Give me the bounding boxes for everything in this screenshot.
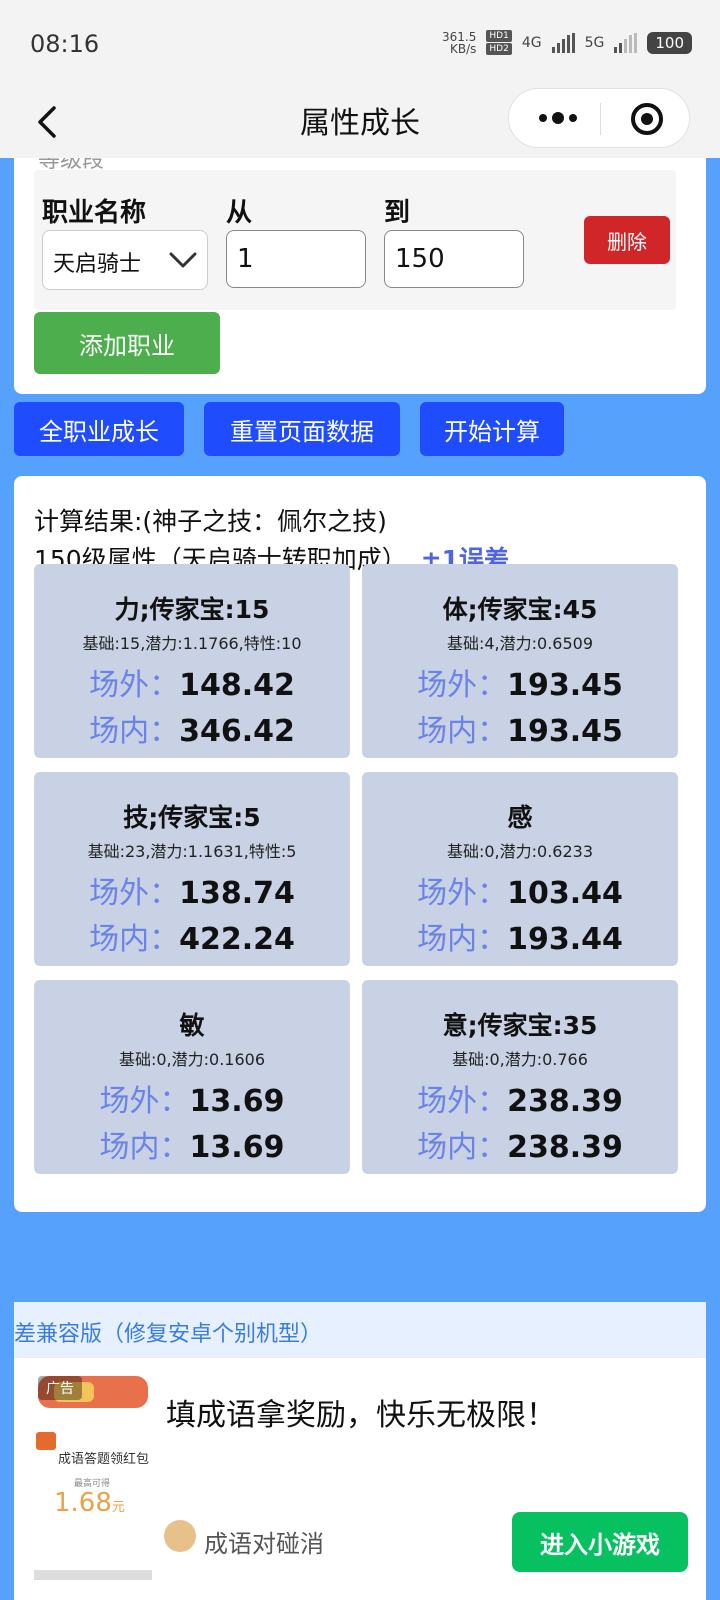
signal-4g-label: 4G (521, 34, 542, 51)
signal-5g-label: 5G (584, 34, 605, 51)
close-target-icon[interactable] (629, 101, 665, 137)
result-heading: 计算结果:(神子之技：佩尔之技) (34, 507, 387, 536)
chevron-down-icon (169, 252, 197, 268)
attribute-card-skill: 技;传家宝:5 基础:23,潜力:1.1631,特性:5 场外：138.74 场… (34, 772, 350, 966)
job-name-label: 职业名称 (42, 198, 147, 228)
ad-mini-amount: 1.68元 (54, 1488, 125, 1518)
reset-page-data-button[interactable]: 重置页面数据 (204, 402, 400, 456)
ad-label: 广告 (38, 1376, 82, 1400)
job-select[interactable]: 天启骑士 (42, 230, 208, 290)
more-icon[interactable] (533, 103, 583, 133)
nav-bar: 属性成长 (0, 88, 720, 158)
job-row: 职业名称 从 到 天启骑士 删除 (34, 170, 676, 310)
attribute-card-constitution: 体;传家宝:45 基础:4,潜力:0.6509 场外：193.45 场内：193… (362, 564, 678, 758)
from-level-input[interactable] (226, 230, 366, 288)
signal-5g-icon (614, 32, 638, 53)
compat-version-banner[interactable]: 差兼容版（修复安卓个别机型） (14, 1302, 706, 1358)
attribute-card-agility: 敏 基础:0,潜力:0.1606 场外：13.69 场内：13.69 (34, 980, 350, 1174)
status-bar: 08:16 361.5 KB/s HD1 HD2 4G 5G 100 (0, 0, 720, 88)
delete-button[interactable]: 删除 (584, 216, 670, 264)
results-panel: 计算结果:(神子之技：佩尔之技) 150级属性（天启骑士转职加成） ±1误差 力;… (14, 476, 706, 1212)
clock: 08:16 (30, 30, 100, 58)
add-job-button[interactable]: 添加职业 (34, 312, 220, 374)
ad-brand-avatar (164, 1520, 196, 1552)
hd-icon: HD1 HD2 (486, 30, 512, 55)
ad-card[interactable]: 广告 成语答题领红包 最高可得 1.68元 填成语拿奖励，快乐无极限！ 成语对碰… (14, 1358, 706, 1600)
ad-mini-title: 成语答题领红包 (58, 1452, 150, 1467)
attribute-card-perception: 感 基础:0,潜力:0.6233 场外：103.44 场内：193.44 (362, 772, 678, 966)
battery-icon: 100 (647, 31, 692, 54)
signal-4g-icon (551, 32, 575, 53)
system-icons: 361.5 KB/s HD1 HD2 4G 5G 100 (442, 30, 692, 55)
ad-brand-name: 成语对碰消 (204, 1530, 324, 1558)
all-jobs-growth-button[interactable]: 全职业成长 (14, 402, 184, 456)
attribute-card-strength: 力;传家宝:15 基础:15,潜力:1.1766,特性:10 场外：148.42… (34, 564, 350, 758)
to-label: 到 (384, 198, 411, 228)
job-config-panel: 等级段 职业名称 从 到 天启骑士 删除 添加职业 (14, 158, 706, 394)
enter-mini-game-button[interactable]: 进入小游戏 (512, 1512, 688, 1572)
to-level-input[interactable] (384, 230, 524, 288)
ad-title: 填成语拿奖励，快乐无极限！ (166, 1398, 556, 1433)
mini-program-capsule (508, 88, 690, 148)
start-calculation-button[interactable]: 开始计算 (420, 402, 564, 456)
capsule-divider (600, 103, 601, 135)
attribute-card-will: 意;传家宝:35 基础:0,潜力:0.766 场外：238.39 场内：238.… (362, 980, 678, 1174)
job-select-value: 天启骑士 (53, 252, 142, 277)
network-speed: 361.5 KB/s (442, 29, 477, 56)
from-label: 从 (226, 198, 253, 228)
